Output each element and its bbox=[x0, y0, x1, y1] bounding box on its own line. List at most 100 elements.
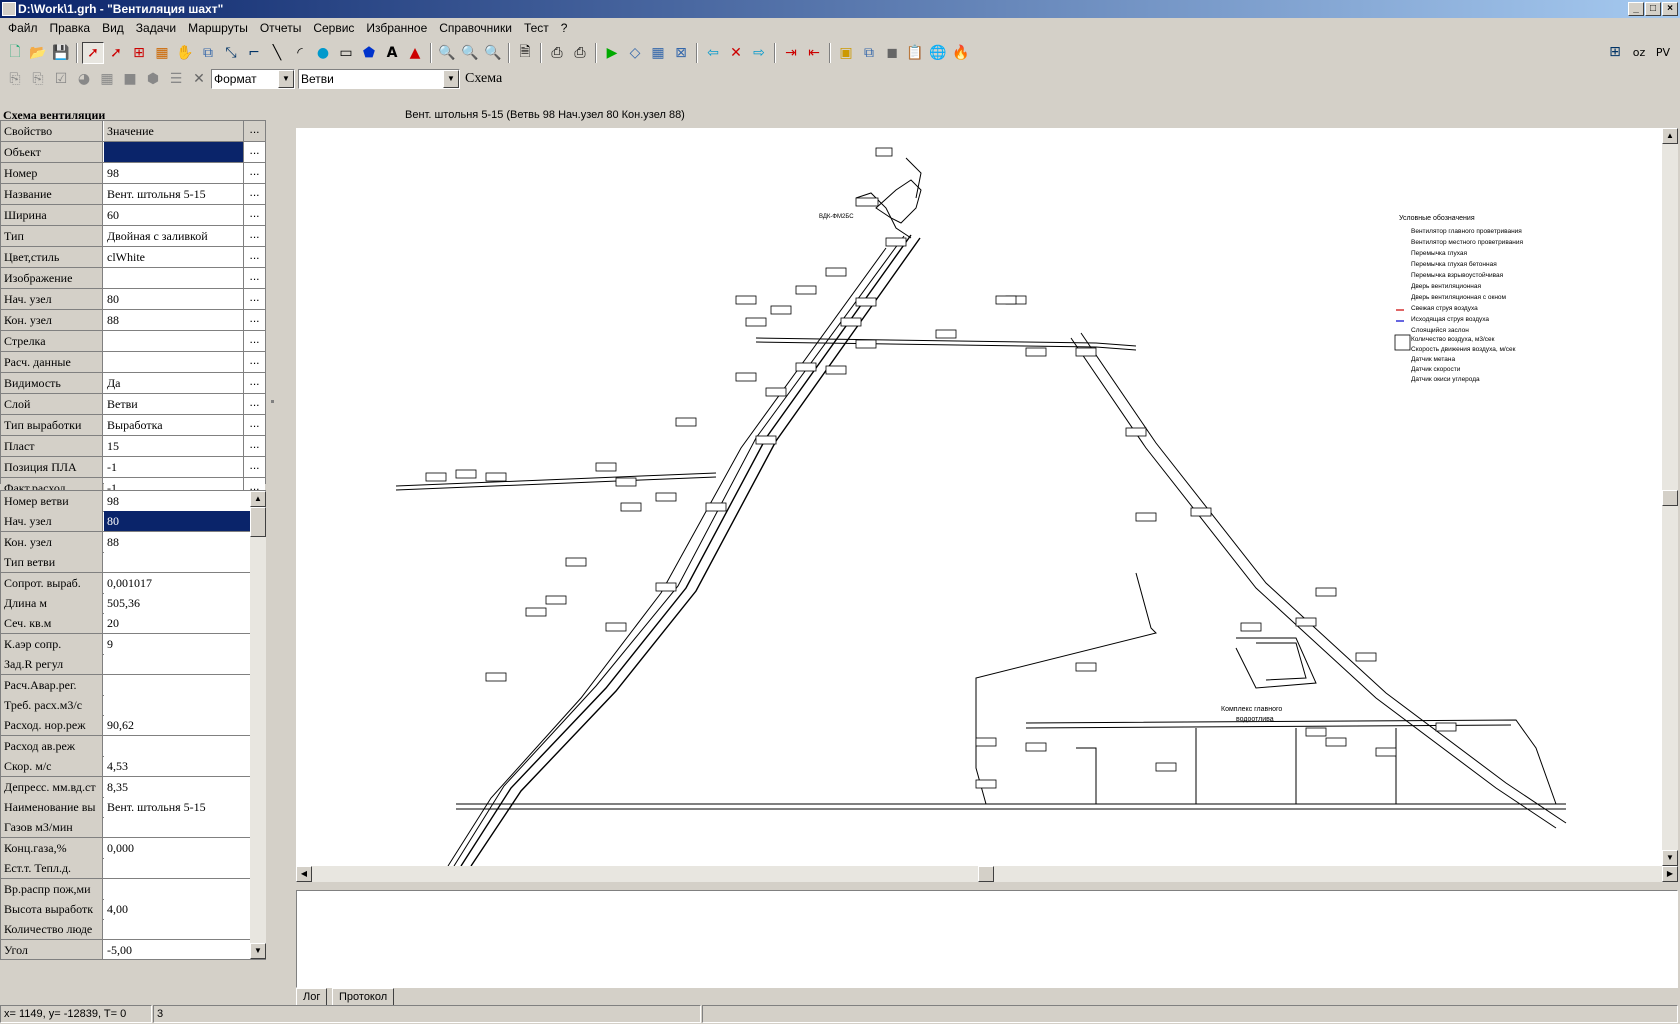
run-icon[interactable]: ▶ bbox=[601, 42, 623, 64]
print-icon[interactable]: ⎙ bbox=[569, 42, 591, 64]
circle-icon[interactable]: ● bbox=[312, 42, 334, 64]
property-row[interactable]: Видимость Да... bbox=[1, 373, 265, 394]
pv-button[interactable]: PV bbox=[1652, 41, 1674, 63]
branch-field-value[interactable] bbox=[104, 735, 251, 756]
property-row[interactable]: Тип выработки Выработка... bbox=[1, 415, 265, 436]
property-row[interactable]: Кон. узел 88... bbox=[1, 310, 265, 331]
property-value[interactable]: Вент. штольня 5-15 bbox=[104, 184, 243, 204]
scroll-down-button[interactable]: ▼ bbox=[250, 943, 266, 959]
property-ellipsis-button[interactable]: ... bbox=[243, 163, 265, 183]
branch-icon[interactable]: ⤡ bbox=[220, 42, 242, 64]
property-row[interactable]: Название Вент. штольня 5-15... bbox=[1, 184, 265, 205]
zoom-out-icon[interactable]: 🔍 bbox=[436, 42, 458, 64]
property-ellipsis-button[interactable]: ... bbox=[243, 394, 265, 414]
eraser-icon[interactable]: ◇ bbox=[624, 42, 646, 64]
scroll-down-button[interactable]: ▼ bbox=[1662, 850, 1678, 866]
branch-field-value[interactable]: 98 bbox=[104, 491, 251, 511]
property-ellipsis-button[interactable]: ... bbox=[243, 142, 265, 162]
log-output[interactable] bbox=[296, 890, 1678, 988]
property-row[interactable]: Цвет,стиль clWhite... bbox=[1, 247, 265, 268]
close-button[interactable]: × bbox=[1662, 2, 1678, 16]
branch-row[interactable]: Номер ветви 98 bbox=[1, 491, 251, 512]
triangle-icon[interactable]: ▲ bbox=[404, 42, 426, 64]
vertical-splitter[interactable] bbox=[269, 120, 277, 680]
branch-row[interactable]: Треб. расх.м3/с bbox=[1, 695, 251, 716]
property-ellipsis-button[interactable]: ... bbox=[243, 457, 265, 477]
property-row[interactable]: Позиция ПЛА -1... bbox=[1, 457, 265, 478]
property-value[interactable] bbox=[104, 142, 243, 162]
branch-field-value[interactable]: 0,000 bbox=[104, 837, 251, 858]
branch-row[interactable]: Нач. узел 80 bbox=[1, 511, 251, 533]
new-file-icon[interactable]: 🗋 bbox=[4, 42, 26, 64]
copy-objects-icon[interactable]: ⧉ bbox=[197, 42, 219, 64]
property-ellipsis-button[interactable]: ... bbox=[243, 415, 265, 435]
scroll-up-button[interactable]: ▲ bbox=[250, 491, 266, 507]
zoom-icon[interactable]: 🔍 bbox=[459, 42, 481, 64]
branch-field-value[interactable] bbox=[104, 919, 251, 940]
scroll-thumb[interactable] bbox=[1662, 490, 1678, 506]
branch-row[interactable]: Сеч. кв.м 20 bbox=[1, 613, 251, 635]
polyline-icon[interactable]: ⌐ bbox=[243, 42, 265, 64]
table-icon[interactable]: ▦ bbox=[647, 42, 669, 64]
property-ellipsis-button[interactable]: ... bbox=[243, 310, 265, 330]
branch-row[interactable]: Сопрот. выраб. 0,001017 bbox=[1, 572, 251, 594]
tab-protocol[interactable]: Протокол bbox=[332, 988, 395, 1006]
property-value[interactable]: 98 bbox=[104, 163, 243, 183]
property-value[interactable]: Двойная с заливкой bbox=[104, 226, 243, 246]
branch-row[interactable]: Расход ав.реж bbox=[1, 735, 251, 757]
branch-field-value[interactable] bbox=[104, 817, 251, 838]
property-row[interactable]: Тип Двойная с заливкой... bbox=[1, 226, 265, 247]
property-ellipsis-button[interactable]: ... bbox=[243, 205, 265, 225]
branch-row[interactable]: Газов м3/мин bbox=[1, 817, 251, 839]
property-row[interactable]: Объект... bbox=[1, 142, 265, 163]
format-tool-9-icon[interactable]: ✕ bbox=[188, 68, 210, 90]
format-tool-2-icon[interactable]: ⎘ bbox=[27, 68, 49, 90]
globe-icon[interactable]: 🌐 bbox=[927, 42, 949, 64]
branch-field-value[interactable]: 4,00 bbox=[104, 899, 251, 919]
branch-field-value[interactable]: 0,001017 bbox=[104, 572, 251, 593]
property-ellipsis-button[interactable]: ... bbox=[243, 436, 265, 456]
page-setup-icon[interactable]: 🗎 bbox=[514, 42, 536, 64]
branch-field-value[interactable]: 88 bbox=[104, 531, 251, 552]
property-row[interactable]: Нач. узел 80... bbox=[1, 289, 265, 310]
print-preview-icon[interactable]: ⎙ bbox=[546, 42, 568, 64]
property-value[interactable] bbox=[104, 331, 243, 351]
property-ellipsis-button[interactable]: ... bbox=[243, 268, 265, 288]
menu-service[interactable]: Сервис bbox=[307, 18, 360, 38]
property-value[interactable]: 60 bbox=[104, 205, 243, 225]
property-value[interactable]: -1 bbox=[104, 457, 243, 477]
arrow-left-icon[interactable]: ⇦ bbox=[702, 42, 724, 64]
chevron-down-icon[interactable]: ▼ bbox=[278, 70, 294, 88]
branch-field-value[interactable] bbox=[104, 695, 251, 715]
branch-field-value[interactable] bbox=[104, 552, 251, 573]
menu-reports[interactable]: Отчеты bbox=[254, 18, 307, 38]
save-icon[interactable]: 💾 bbox=[50, 42, 72, 64]
property-row[interactable]: Ширина 60... bbox=[1, 205, 265, 226]
property-row[interactable]: Стрелка... bbox=[1, 331, 265, 352]
branch-field-value[interactable]: 4,53 bbox=[104, 756, 251, 777]
property-value[interactable]: clWhite bbox=[104, 247, 243, 267]
chart-icon[interactable]: ⊠ bbox=[670, 42, 692, 64]
format-tool-3-icon[interactable]: ☑ bbox=[50, 68, 72, 90]
property-ellipsis-button[interactable]: ... bbox=[243, 247, 265, 267]
scroll-up-button[interactable]: ▲ bbox=[1662, 128, 1678, 144]
select-node-icon[interactable]: ➚ bbox=[105, 42, 127, 64]
pointer-icon[interactable]: ➚ bbox=[82, 42, 104, 64]
branch-field-value[interactable]: 505,36 bbox=[104, 593, 251, 613]
polygon-icon[interactable]: ⬟ bbox=[358, 42, 380, 64]
branch-row[interactable]: Угол -5,00 bbox=[1, 939, 251, 959]
property-ellipsis-button[interactable]: ... bbox=[243, 226, 265, 246]
format-tool-6-icon[interactable]: ■ bbox=[119, 68, 141, 90]
property-value[interactable]: Выработка bbox=[104, 415, 243, 435]
branch-row[interactable]: Зад.R регул bbox=[1, 654, 251, 676]
branch-field-value[interactable]: 9 bbox=[104, 633, 251, 654]
property-row[interactable]: Расч. данные... bbox=[1, 352, 265, 373]
open-folder-icon[interactable]: 📂 bbox=[27, 42, 49, 64]
property-value[interactable] bbox=[104, 352, 243, 372]
property-value[interactable]: 88 bbox=[104, 310, 243, 330]
format-tool-5-icon[interactable]: ▦ bbox=[96, 68, 118, 90]
rectangle-icon[interactable]: ▭ bbox=[335, 42, 357, 64]
paste-icon[interactable]: 📋 bbox=[904, 42, 926, 64]
branch-field-value[interactable] bbox=[104, 654, 251, 675]
branch-field-value[interactable]: 90,62 bbox=[104, 715, 251, 736]
